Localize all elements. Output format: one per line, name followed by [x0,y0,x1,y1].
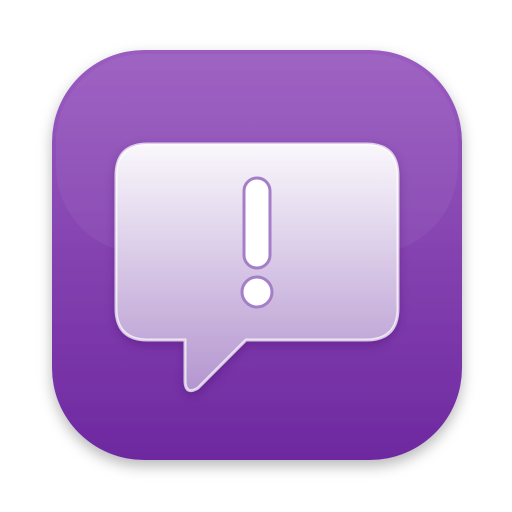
exclamation-icon [240,176,274,309]
feedback-app-icon [52,50,462,460]
app-icon-container [0,0,512,512]
